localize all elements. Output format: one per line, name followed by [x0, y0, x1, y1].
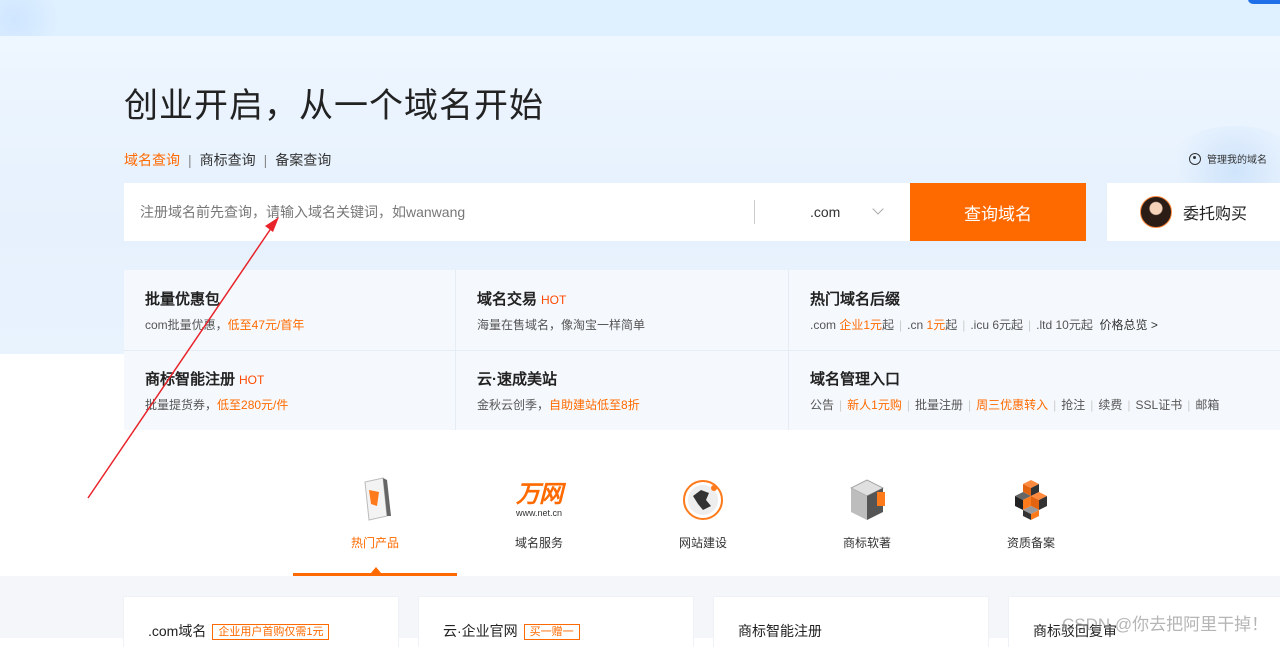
product-label: 域名服务 — [514, 536, 563, 550]
card-subtitle: 金秋云创季，自助建站低至8折 — [477, 398, 640, 412]
avatar — [1140, 196, 1172, 228]
divider — [754, 200, 755, 224]
entrust-purchase-button[interactable]: 委托购买 — [1107, 183, 1280, 241]
card-bulk-discount[interactable]: 批量优惠包 com批量优惠，低至47元/首年 — [124, 270, 456, 350]
card-hot-suffixes[interactable]: 热门域名后缀 .com 企业1元起 | .cn 1元起 | .icu 6元起 | .ltd … — [789, 270, 1158, 350]
price-overview-link[interactable]: 价格总览 > — [1093, 318, 1158, 332]
product-label: 热门产品 — [350, 536, 399, 550]
tab-icp-query[interactable]: 备案查询 — [275, 150, 331, 170]
card-subtitle: com批量优惠，低至47元/首年 — [145, 318, 305, 332]
product-label: 商标软著 — [842, 536, 891, 550]
entrust-label: 委托购买 — [1183, 206, 1248, 223]
wanwang-logo-icon: 万网 www.net.cn — [515, 480, 563, 518]
card-title: 热门域名后缀 — [810, 291, 901, 308]
hot-badge: HOT — [541, 293, 567, 307]
search-type-tabs: 域名查询 | 商标查询 | 备案查询 — [124, 150, 331, 170]
product-label: 资质备案 — [1006, 536, 1055, 550]
card-subtitle: 批量提货券，低至280元/件 — [145, 398, 289, 412]
card-title: 云·速成美站 — [477, 371, 557, 388]
manage-link-label: 管理我的域名 — [1207, 155, 1267, 166]
card-title: 域名交易 HOT — [477, 291, 567, 308]
product-card-title: 云·企业官网 — [443, 623, 518, 639]
link-renew[interactable]: 续费 — [1098, 398, 1122, 412]
hot-badge: HOT — [239, 373, 265, 387]
tab-website-build[interactable]: 网站建设 — [621, 470, 785, 576]
tab-trademark-copyright[interactable]: 商标软著 — [785, 470, 949, 576]
link-ssl[interactable]: SSL证书 — [1136, 398, 1183, 412]
card-title: 域名管理入口 — [810, 371, 901, 388]
product-card[interactable]: 商标智能注册 — [714, 597, 988, 647]
link-mail[interactable]: 邮箱 — [1195, 398, 1219, 412]
card-domain-management[interactable]: 域名管理入口 公告 | 新人1元购 | 批量注册 | 周三优惠转入 | 抢注 | 续费 | SSL证书 |… — [789, 350, 1219, 430]
trademark-cube-icon — [785, 476, 949, 524]
suffix-value: .com — [810, 204, 841, 220]
tab-trademark-query[interactable]: 商标查询 — [200, 150, 256, 170]
domain-search-box: .com — [124, 183, 910, 241]
tab-domain-query[interactable]: 域名查询 — [124, 150, 180, 170]
link-bulk-register[interactable]: 批量注册 — [915, 398, 963, 412]
card-subtitle: 公告 | 新人1元购 | 批量注册 | 周三优惠转入 | 抢注 | 续费 | SSL证书 | 邮箱 — [810, 398, 1220, 412]
tab-separator: | — [188, 152, 192, 168]
card-subtitle: .com 企业1元起 | .cn 1元起 | .icu 6元起 | .ltd 10元起 价格… — [810, 318, 1158, 332]
product-card-title: .com域名 — [148, 623, 207, 639]
feature-cards: 批量优惠包 com批量优惠，低至47元/首年 域名交易 HOT 海量在售域名，像淘… — [124, 270, 1280, 430]
globe-icon — [621, 476, 785, 524]
product-card-title: 商标智能注册 — [738, 623, 822, 639]
product-category-tabs: 热门产品 万网 www.net.cn 域名服务 网站建设 商标软著 资质备案 — [293, 470, 1113, 580]
card-trademark-register[interactable]: 商标智能注册 HOT 批量提货券，低至280元/件 — [124, 350, 456, 430]
search-domain-button[interactable]: 查询域名 — [910, 183, 1086, 241]
card-subtitle: 海量在售域名，像淘宝一样简单 — [477, 318, 646, 332]
suffix-select[interactable]: .com — [774, 183, 894, 241]
product-label: 网站建设 — [678, 536, 727, 550]
chevron-down-icon — [872, 203, 884, 215]
link-newcomer[interactable]: 新人1元购 — [847, 398, 902, 412]
card-domain-trading[interactable]: 域名交易 HOT 海量在售域名，像淘宝一样简单 — [456, 270, 788, 350]
link-announcement[interactable]: 公告 — [810, 398, 834, 412]
tab-separator: | — [263, 152, 268, 168]
hot-product-icon — [293, 476, 457, 524]
tab-qualification-filing[interactable]: 资质备案 — [949, 470, 1113, 576]
card-title: 批量优惠包 — [145, 291, 221, 308]
product-card[interactable]: 云·企业官网 买一赠一 — [419, 597, 693, 647]
link-snapup[interactable]: 抢注 — [1061, 398, 1085, 412]
watermark: CSDN @你去把阿里干掉！ — [1062, 615, 1269, 634]
link-wednesday-transfer[interactable]: 周三优惠转入 — [976, 398, 1048, 412]
qualification-cubes-icon — [949, 476, 1113, 524]
top-right-button[interactable] — [1248, 0, 1280, 4]
tab-domain-service[interactable]: 万网 www.net.cn 域名服务 — [457, 470, 621, 576]
card-title: 商标智能注册 HOT — [145, 371, 265, 388]
card-quick-website[interactable]: 云·速成美站 金秋云创季，自助建站低至8折 — [456, 350, 788, 430]
hero-title: 创业开启，从一个域名开始 — [124, 87, 544, 125]
tab-hot-products[interactable]: 热门产品 — [293, 470, 457, 576]
top-banner-strip — [0, 0, 1280, 50]
domain-search-input[interactable] — [140, 183, 740, 241]
user-icon — [1189, 152, 1201, 165]
product-card[interactable]: .com域名 企业用户首购仅需1元 — [124, 597, 398, 647]
manage-my-domains-link[interactable]: 管理我的域名 — [1189, 151, 1267, 166]
